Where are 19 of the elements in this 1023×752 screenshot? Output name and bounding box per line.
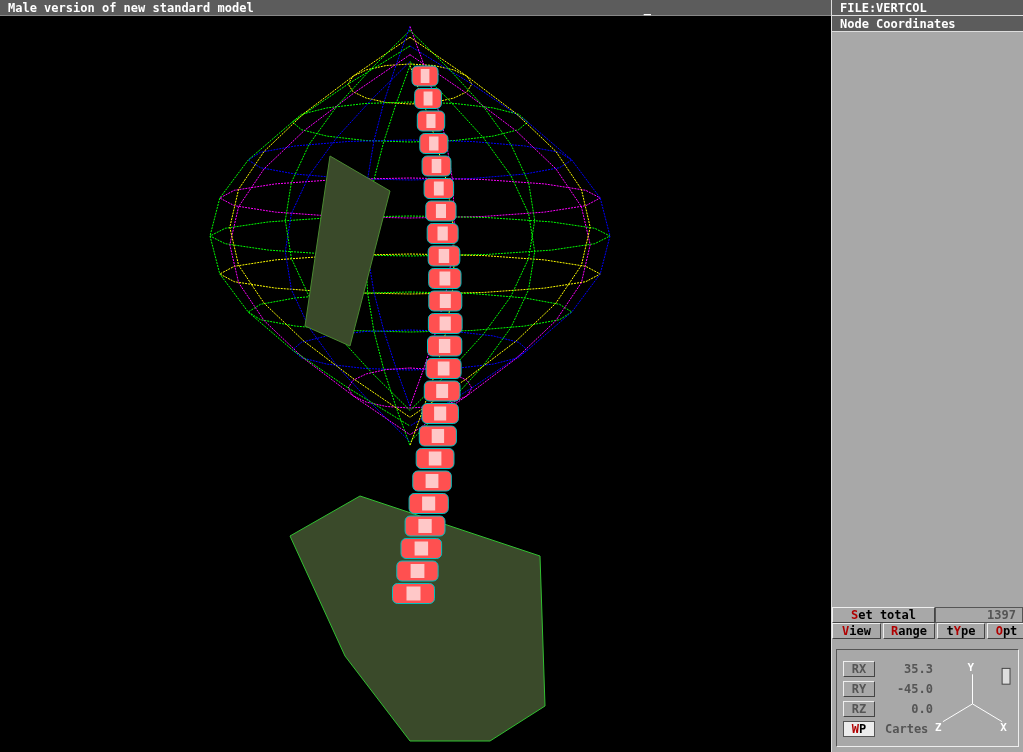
axis-value: Cartes (885, 721, 930, 738)
axis-label: Z (934, 720, 942, 734)
axis-label: X (1000, 720, 1007, 734)
axis-button[interactable]: WP (843, 721, 875, 737)
axis-label: Y (967, 661, 975, 675)
menu-button[interactable]: Opt (987, 623, 1023, 639)
axis-value: 0.0 (910, 701, 933, 718)
panel-title: Node Coordinates (832, 16, 1023, 32)
window-title: Male version of new standard model (8, 0, 254, 17)
text-cursor: _ (643, 0, 651, 17)
axis-value: -45.0 (895, 681, 933, 698)
menu-button[interactable]: Range (883, 623, 935, 639)
menu-button[interactable]: View (832, 623, 881, 639)
set-total-value: 1397 (935, 607, 1023, 623)
axis-value: 35.3 (903, 661, 933, 678)
set-total-button[interactable]: Set total (832, 607, 935, 623)
axis-triad-drawing (942, 673, 1003, 723)
menu-button[interactable]: tYpe (937, 623, 985, 639)
file-name: FILE:VERTCOL (832, 0, 1023, 16)
